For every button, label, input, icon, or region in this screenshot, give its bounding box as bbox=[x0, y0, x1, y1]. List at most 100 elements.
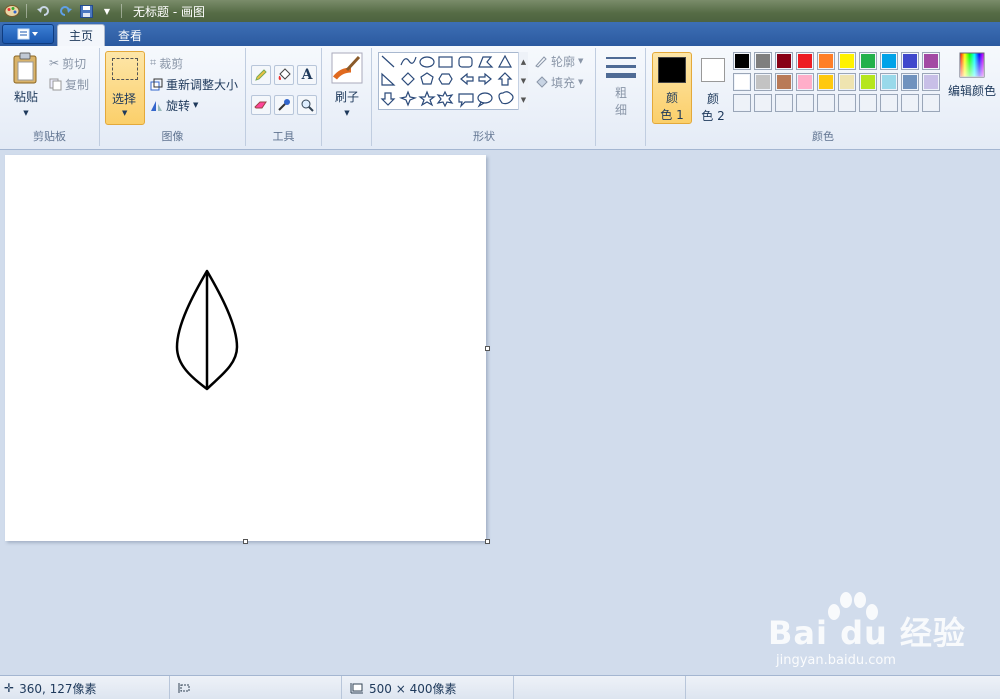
select-dropdown-icon[interactable]: ▼ bbox=[122, 109, 127, 117]
size-button[interactable]: 粗 细 bbox=[602, 52, 640, 118]
shapes-scroll-bar[interactable]: ▲ ▼ ▼ bbox=[518, 52, 528, 110]
palette-color-swatch[interactable] bbox=[880, 73, 898, 91]
tools-group-label: 工具 bbox=[272, 130, 295, 143]
rotate-dropdown-icon[interactable]: ▼ bbox=[193, 101, 198, 109]
pencil-icon[interactable] bbox=[251, 65, 271, 85]
line-size-icon bbox=[606, 57, 636, 78]
palette-color-swatch[interactable] bbox=[838, 52, 856, 70]
palette-swatch-fill bbox=[819, 54, 833, 68]
resize-label: 重新调整大小 bbox=[166, 77, 239, 92]
palette-color-swatch[interactable] bbox=[922, 52, 940, 70]
shapes-gallery-icons bbox=[380, 54, 514, 108]
palette-custom-slot[interactable] bbox=[859, 94, 877, 112]
palette-swatch-fill bbox=[924, 75, 938, 89]
magnifier-icon[interactable] bbox=[297, 95, 317, 115]
undo-icon[interactable] bbox=[35, 3, 53, 19]
palette-color-swatch[interactable] bbox=[901, 73, 919, 91]
palette-color-swatch[interactable] bbox=[880, 52, 898, 70]
palette-color-swatch[interactable] bbox=[775, 52, 793, 70]
palette-custom-slot[interactable] bbox=[922, 94, 940, 112]
fill-shape-label: 填充 bbox=[551, 75, 576, 90]
palette-swatch-fill bbox=[840, 96, 854, 110]
color1-button[interactable]: 颜 色 1 bbox=[652, 52, 692, 124]
palette-color-swatch[interactable] bbox=[838, 73, 856, 91]
palette-swatch-fill bbox=[735, 75, 749, 89]
palette-custom-slot[interactable] bbox=[775, 94, 793, 112]
paint-app-icon[interactable] bbox=[3, 3, 21, 19]
shapes-group-label: 形状 bbox=[473, 130, 495, 143]
edit-colors-label: 编辑颜色 bbox=[947, 84, 996, 98]
palette-custom-slot[interactable] bbox=[880, 94, 898, 112]
image-group-label: 图像 bbox=[161, 130, 184, 143]
colors-group-label: 颜色 bbox=[812, 130, 834, 143]
palette-color-swatch[interactable] bbox=[859, 73, 877, 91]
scissors-icon: ✂ bbox=[49, 56, 60, 70]
fill-shape-button[interactable]: 填充 ▼ bbox=[534, 73, 583, 91]
eraser-icon[interactable] bbox=[251, 95, 271, 115]
resize-handle-bottom[interactable] bbox=[243, 539, 248, 544]
edit-colors-button[interactable]: 编辑颜色 bbox=[946, 52, 998, 99]
tab-view[interactable]: 查看 bbox=[107, 24, 153, 46]
resize-button[interactable]: 重新调整大小 bbox=[150, 75, 238, 93]
drawing-canvas[interactable] bbox=[5, 155, 486, 541]
palette-swatch-fill bbox=[882, 75, 896, 89]
brushes-button[interactable]: 刷子 ▼ bbox=[329, 52, 365, 117]
outline-dropdown-icon[interactable]: ▼ bbox=[578, 57, 583, 65]
resize-handle-corner[interactable] bbox=[485, 539, 490, 544]
scroll-down-icon[interactable]: ▼ bbox=[521, 77, 526, 85]
palette-swatch-fill bbox=[756, 75, 770, 89]
palette-swatch-fill bbox=[798, 75, 812, 89]
paste-dropdown-icon[interactable]: ▼ bbox=[23, 109, 28, 117]
palette-swatch-fill bbox=[903, 75, 917, 89]
redo-icon[interactable] bbox=[56, 3, 74, 19]
palette-color-swatch[interactable] bbox=[733, 73, 751, 91]
select-button[interactable]: 选择 ▼ bbox=[105, 51, 145, 125]
palette-custom-slot[interactable] bbox=[754, 94, 772, 112]
rotate-button[interactable]: 旋转 ▼ bbox=[150, 96, 198, 114]
brushes-dropdown-icon[interactable]: ▼ bbox=[344, 109, 349, 117]
save-icon[interactable] bbox=[77, 3, 95, 19]
copy-button[interactable]: 复制 bbox=[49, 75, 89, 93]
palette-custom-slot[interactable] bbox=[817, 94, 835, 112]
text-icon[interactable]: A bbox=[297, 65, 317, 85]
palette-color-swatch[interactable] bbox=[901, 52, 919, 70]
more-shapes-icon[interactable]: ▼ bbox=[521, 96, 526, 104]
palette-color-swatch[interactable] bbox=[733, 52, 751, 70]
palette-color-swatch[interactable] bbox=[796, 52, 814, 70]
palette-custom-slot[interactable] bbox=[733, 94, 751, 112]
palette-color-swatch[interactable] bbox=[754, 73, 772, 91]
copy-icon bbox=[49, 78, 62, 90]
color-picker-icon[interactable] bbox=[274, 95, 294, 115]
color2-button[interactable]: 颜 色 2 bbox=[696, 52, 730, 124]
palette-custom-slot[interactable] bbox=[796, 94, 814, 112]
palette-color-swatch[interactable] bbox=[754, 52, 772, 70]
crop-button[interactable]: ⌗ 裁剪 bbox=[150, 54, 183, 72]
cut-label: 剪切 bbox=[62, 56, 87, 71]
scroll-up-icon[interactable]: ▲ bbox=[521, 58, 526, 66]
tab-home[interactable]: 主页 bbox=[57, 24, 106, 46]
palette-custom-slot[interactable] bbox=[901, 94, 919, 112]
palette-color-swatch[interactable] bbox=[817, 73, 835, 91]
palette-swatch-fill bbox=[924, 96, 938, 110]
palette-color-swatch[interactable] bbox=[775, 73, 793, 91]
palette-color-swatch[interactable] bbox=[859, 52, 877, 70]
selection-size-segment bbox=[170, 676, 342, 699]
palette-custom-slot[interactable] bbox=[838, 94, 856, 112]
palette-color-swatch[interactable] bbox=[922, 73, 940, 91]
palette-color-swatch[interactable] bbox=[796, 73, 814, 91]
quick-access-dropdown-icon[interactable]: ▼ bbox=[98, 3, 116, 19]
fill-icon[interactable] bbox=[274, 65, 294, 85]
watermark-brand: Bai du 经验 bbox=[768, 614, 966, 652]
outline-button[interactable]: 轮廓 ▼ bbox=[534, 52, 583, 70]
palette-swatch-fill bbox=[861, 54, 875, 68]
baidu-watermark: Bai du 经验 jingyan.baidu.com bbox=[768, 590, 998, 680]
resize-handle-right[interactable] bbox=[485, 346, 490, 351]
palette-color-swatch[interactable] bbox=[817, 52, 835, 70]
fill-shape-dropdown-icon[interactable]: ▼ bbox=[578, 78, 583, 86]
cut-button[interactable]: ✂ 剪切 bbox=[49, 54, 86, 72]
select-label: 选择 bbox=[112, 92, 137, 106]
paste-button[interactable]: 粘贴 ▼ bbox=[6, 52, 46, 117]
palette-swatch-fill bbox=[798, 96, 812, 110]
file-menu-button[interactable] bbox=[2, 24, 54, 44]
palette-swatch-fill bbox=[798, 54, 812, 68]
